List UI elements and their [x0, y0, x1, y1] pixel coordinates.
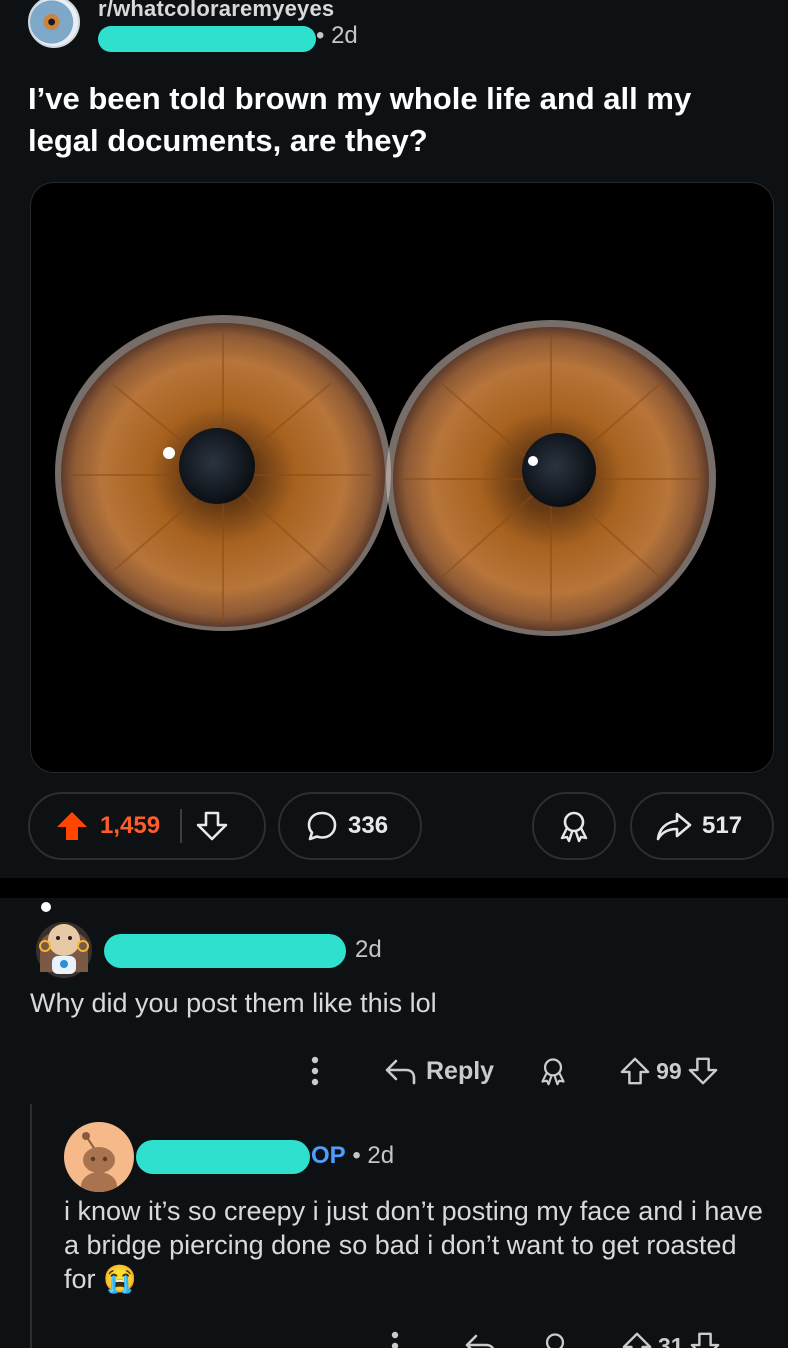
- more-icon[interactable]: [300, 1056, 330, 1086]
- section-divider: [0, 878, 788, 898]
- downvote-icon[interactable]: [196, 811, 228, 841]
- reply-label: Reply: [426, 1056, 495, 1085]
- crying-emoji: 😭: [103, 1264, 137, 1294]
- redacted-username: [104, 934, 346, 968]
- op-badge: OP: [311, 1142, 346, 1169]
- comment-actions: 31: [380, 1326, 780, 1348]
- vote-control: 1,459: [28, 792, 266, 860]
- award-icon: [557, 809, 591, 843]
- reply-icon: [384, 1057, 416, 1085]
- comment-actions: Reply 99: [300, 1050, 760, 1092]
- thread-line: [30, 1104, 32, 1348]
- downvote-icon[interactable]: [690, 1331, 720, 1348]
- subreddit-name[interactable]: r/whatcoloraremyeyes: [98, 0, 334, 22]
- comment-body: Why did you post them like this lol: [30, 988, 437, 1018]
- post-title[interactable]: I’ve been told brown my whole life and a…: [28, 78, 748, 162]
- post-image[interactable]: [30, 182, 774, 773]
- right-eye: [386, 320, 716, 636]
- comment-text: i know it’s so creepy i just don’t posti…: [64, 1196, 763, 1294]
- vote-separator: [180, 809, 183, 843]
- commenter-avatar[interactable]: [34, 902, 94, 978]
- award-icon[interactable]: [540, 1330, 570, 1348]
- comment-age: • 2d: [345, 1142, 395, 1169]
- post-age: • 2d: [316, 22, 358, 49]
- share-count: 517: [702, 812, 743, 839]
- upvote-icon[interactable]: [620, 1056, 650, 1086]
- op-avatar[interactable]: [64, 1122, 134, 1192]
- award-button[interactable]: [532, 792, 616, 860]
- left-eye: [55, 315, 391, 631]
- upvote-icon[interactable]: [622, 1331, 652, 1348]
- comment-meta: OP • 2d: [311, 1142, 394, 1170]
- award-icon[interactable]: [538, 1055, 568, 1087]
- comment-body: i know it’s so creepy i just don’t posti…: [64, 1194, 774, 1296]
- comment-count: 336: [348, 812, 389, 839]
- reply-button[interactable]: Reply: [384, 1057, 494, 1086]
- comment-vote-count: 31: [658, 1332, 684, 1348]
- subreddit-avatar[interactable]: [28, 0, 80, 48]
- redacted-username: [136, 1140, 310, 1174]
- redacted-username: [98, 26, 316, 52]
- upvote-icon[interactable]: [56, 811, 88, 841]
- comment-vote-count: 99: [656, 1057, 682, 1084]
- upvote-count: 1,459: [100, 812, 161, 839]
- comment-icon: [306, 810, 338, 842]
- more-icon[interactable]: [380, 1331, 410, 1348]
- post-header: r/whatcoloraremyeyes • 2d: [28, 0, 768, 52]
- reply-icon[interactable]: [464, 1332, 496, 1348]
- share-button[interactable]: 517: [630, 792, 774, 860]
- eyes-image: [55, 315, 716, 636]
- comments-button[interactable]: 336: [278, 792, 422, 860]
- share-icon: [656, 811, 692, 841]
- comment-age: 2d: [355, 936, 382, 963]
- downvote-icon[interactable]: [688, 1056, 718, 1086]
